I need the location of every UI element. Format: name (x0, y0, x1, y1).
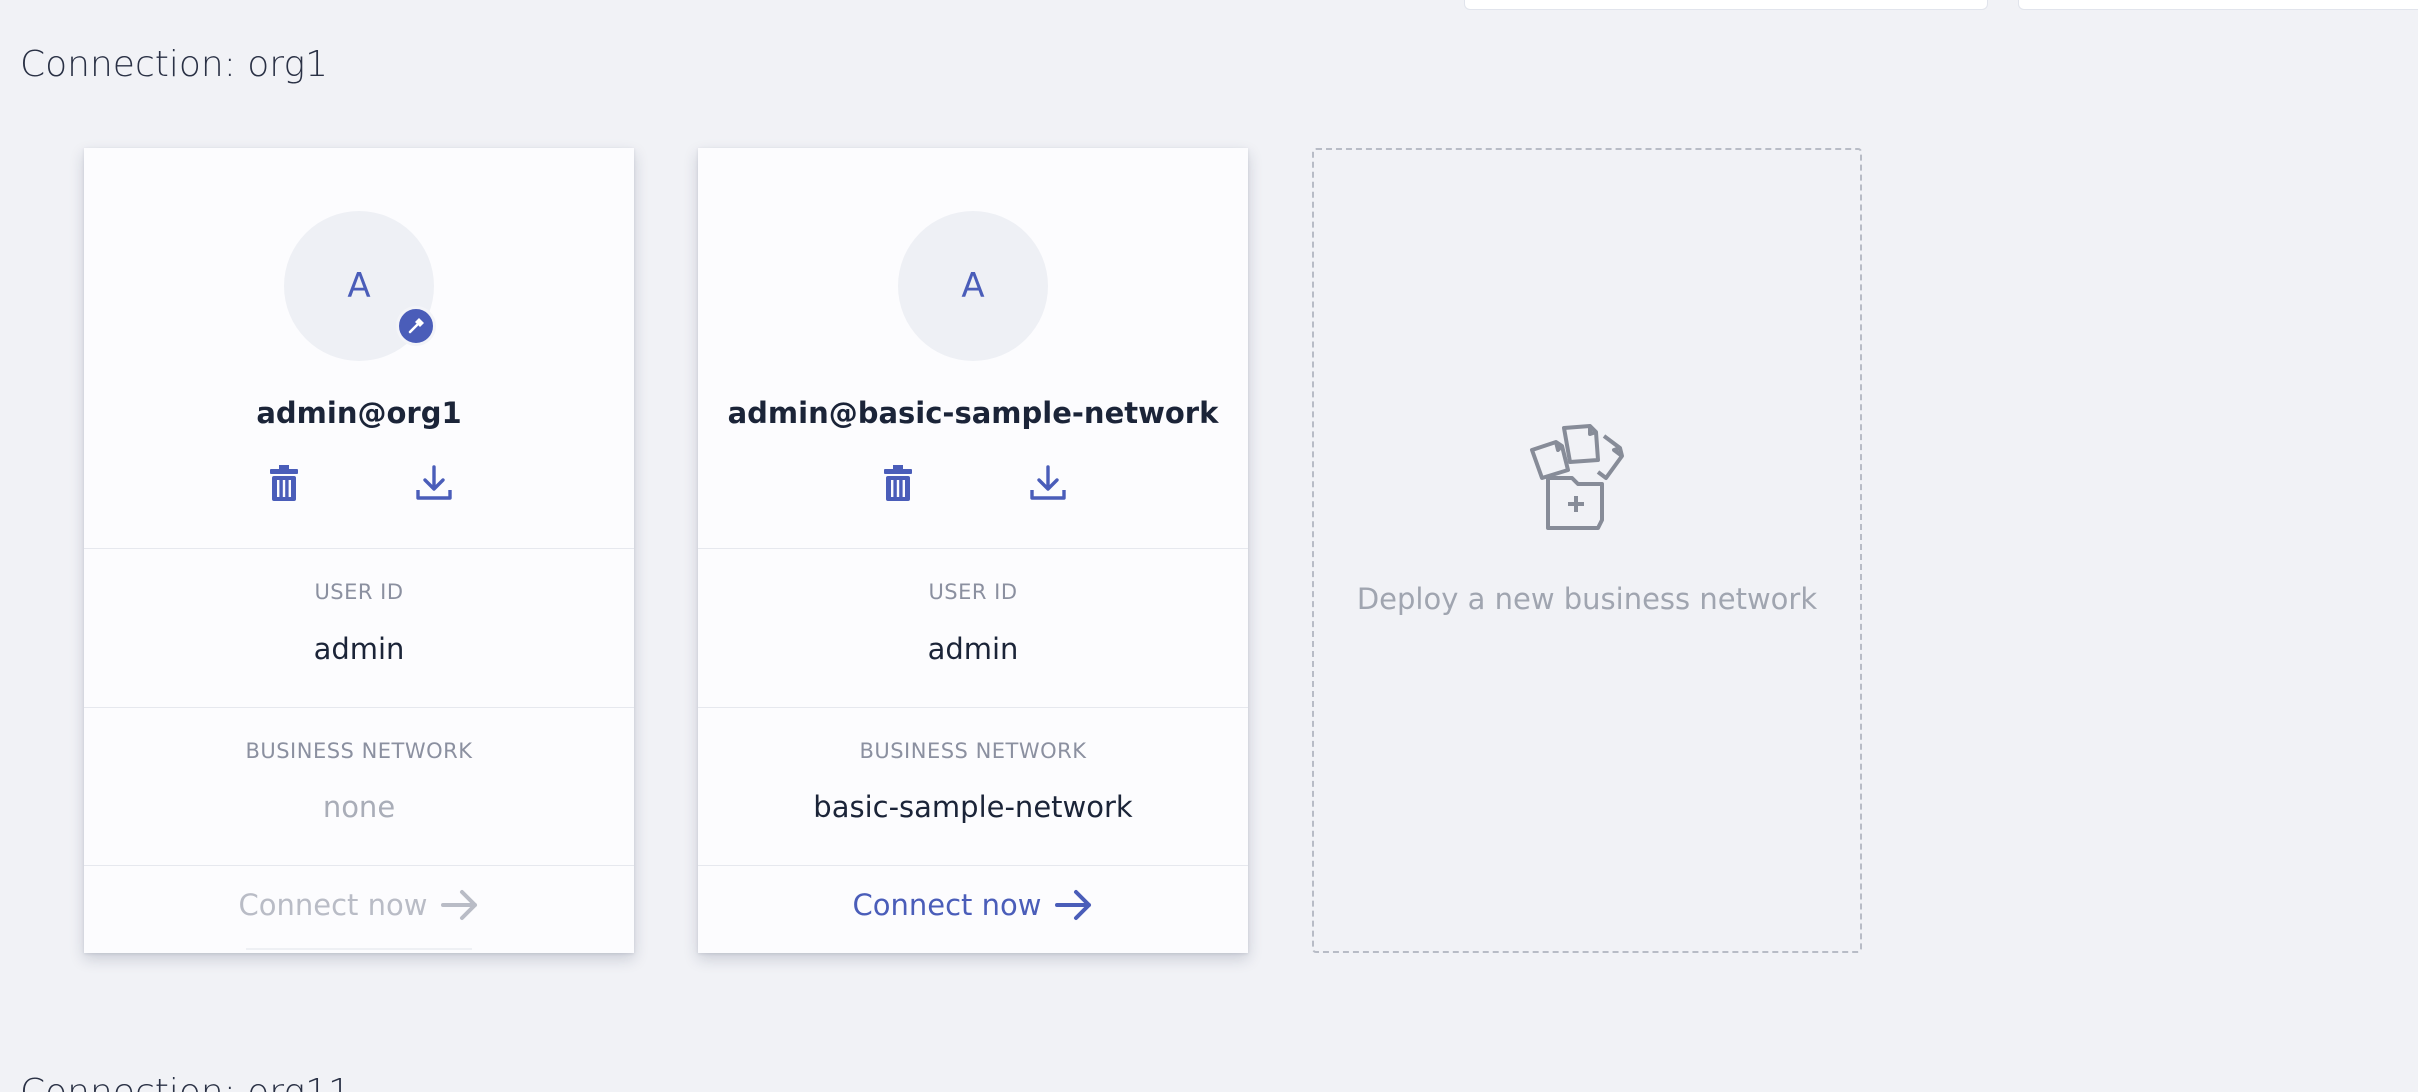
business-network-label: BUSINESS NETWORK (245, 739, 473, 763)
download-button[interactable] (412, 461, 456, 505)
divider (698, 865, 1248, 866)
delete-button[interactable] (876, 461, 920, 505)
deploy-new-network-card[interactable]: Deploy a new business network (1312, 148, 1862, 953)
divider (698, 548, 1248, 549)
divider (698, 707, 1248, 708)
next-section-title: Connection: org11 (20, 1072, 351, 1092)
user-id-value: admin (927, 632, 1019, 666)
business-network-label: BUSINESS NETWORK (859, 739, 1087, 763)
card-name: admin@org1 (256, 396, 462, 430)
deploy-label: Deploy a new business network (1356, 582, 1818, 616)
divider (84, 548, 634, 549)
user-id-label: USER ID (928, 580, 1018, 604)
divider (84, 707, 634, 708)
id-card-admin-org1: A admin@org1 USER ID admin BUSINESS NETW… (84, 148, 634, 953)
download-button[interactable] (1026, 461, 1070, 505)
user-id-label: USER ID (314, 580, 404, 604)
arrow-right-icon (441, 890, 478, 920)
business-network-value: basic-sample-network (813, 790, 1133, 824)
connect-now-button[interactable]: Connect now (698, 888, 1248, 922)
connect-now-label: Connect now (852, 888, 1042, 922)
download-icon (416, 465, 452, 500)
id-card-admin-basic-sample-network: A admin@basic-sample-network USER ID adm… (698, 148, 1248, 953)
folder-add-icon (1530, 424, 1624, 530)
trash-icon (884, 465, 912, 501)
business-network-value: none (322, 790, 396, 824)
user-id-value: admin (313, 632, 405, 666)
hammer-icon (396, 306, 436, 346)
download-icon (1030, 465, 1066, 500)
top-field-left[interactable] (1464, 0, 1988, 10)
top-field-right[interactable] (2018, 0, 2418, 10)
trash-icon (270, 465, 298, 501)
delete-button[interactable] (262, 461, 306, 505)
card-name: admin@basic-sample-network (727, 396, 1219, 430)
connect-underline (246, 948, 472, 950)
avatar-letter: A (347, 266, 371, 306)
connect-now-label: Connect now (238, 888, 428, 922)
divider (84, 865, 634, 866)
arrow-right-icon (1055, 890, 1092, 920)
avatar: A (284, 211, 436, 361)
avatar: A (898, 211, 1048, 361)
connect-now-button[interactable]: Connect now (84, 888, 634, 922)
avatar-letter: A (961, 266, 985, 306)
section-title: Connection: org1 (20, 44, 328, 85)
